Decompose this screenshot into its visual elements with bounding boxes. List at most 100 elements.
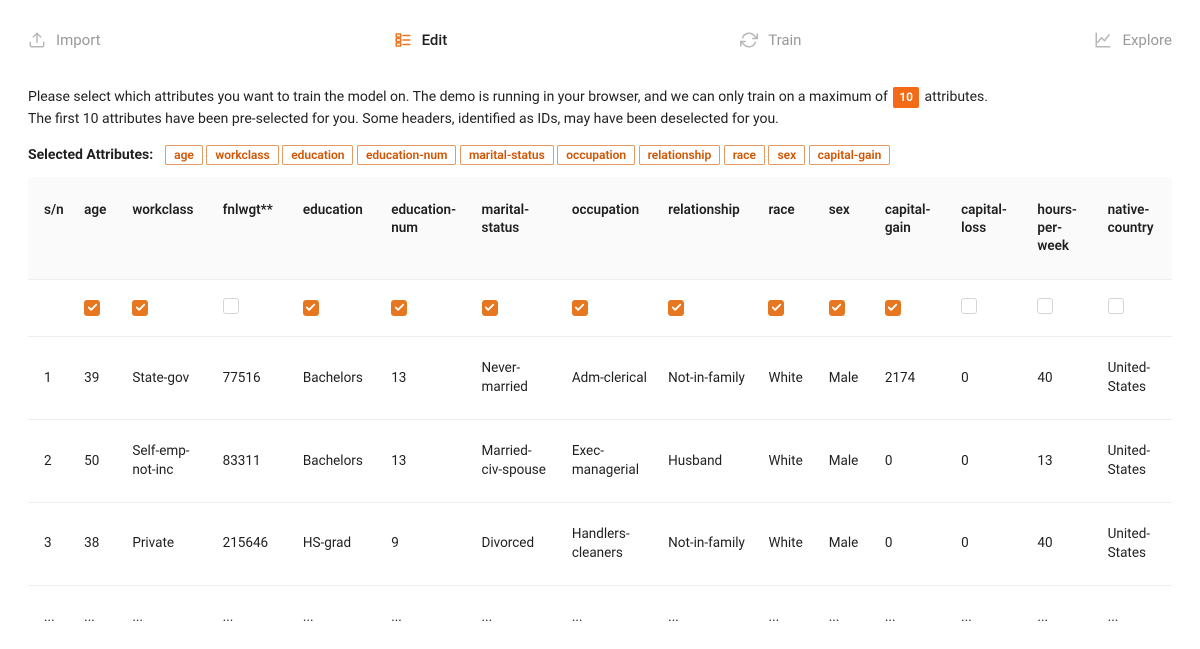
column-header: occupation — [562, 177, 658, 280]
column-select-checkbox[interactable] — [482, 300, 498, 316]
table-cell: ... — [28, 585, 74, 648]
table-cell: 0 — [951, 420, 1027, 503]
tab-edit[interactable]: Edit — [394, 31, 448, 49]
table-cell: ... — [213, 585, 293, 648]
table-cell: 13 — [381, 337, 471, 420]
table-cell: 215646 — [213, 503, 293, 586]
table-cell: 9 — [381, 503, 471, 586]
tab-train-label: Train — [768, 31, 801, 49]
column-select-checkbox[interactable] — [1037, 298, 1053, 314]
column-select-checkbox[interactable] — [391, 300, 407, 316]
table-cell: Male — [819, 337, 875, 420]
table-cell: United-States — [1098, 337, 1172, 420]
table-cell: 40 — [1027, 503, 1097, 586]
table-row: 338Private215646HS-grad9DivorcedHandlers… — [28, 503, 1172, 586]
table-cell: Married-civ-spouse — [472, 420, 562, 503]
table-cell: ... — [819, 585, 875, 648]
table-cell: White — [758, 337, 818, 420]
column-header: s/n — [28, 177, 74, 280]
tab-explore-label: Explore — [1122, 31, 1172, 49]
column-header: education — [293, 177, 381, 280]
tab-train[interactable]: Train — [740, 31, 801, 49]
table-cell: Self-emp-not-inc — [122, 420, 212, 503]
table-cell: ... — [122, 585, 212, 648]
table-cell: ... — [472, 585, 562, 648]
table-cell: 2174 — [875, 337, 951, 420]
attr-tag[interactable]: education — [282, 145, 353, 165]
attr-tag[interactable]: marital-status — [460, 145, 554, 165]
tab-import[interactable]: Import — [28, 31, 101, 49]
table-cell: 0 — [875, 420, 951, 503]
attr-tag[interactable]: workclass — [206, 145, 278, 165]
table-cell: ... — [1098, 585, 1172, 648]
column-header: fnlwgt** — [213, 177, 293, 280]
column-select-checkbox[interactable] — [303, 300, 319, 316]
column-select-checkbox[interactable] — [768, 300, 784, 316]
table-cell: Male — [819, 420, 875, 503]
column-header: sex — [819, 177, 875, 280]
tab-import-label: Import — [56, 31, 101, 49]
column-select-checkbox[interactable] — [1108, 298, 1124, 314]
table-cell: Bachelors — [293, 420, 381, 503]
attr-tag[interactable]: education-num — [357, 145, 456, 165]
table-cell: ... — [875, 585, 951, 648]
table-cell: Exec-managerial — [562, 420, 658, 503]
column-header: race — [758, 177, 818, 280]
column-select-checkbox[interactable] — [668, 300, 684, 316]
attr-tag[interactable]: race — [724, 145, 765, 165]
table-cell: Adm-clerical — [562, 337, 658, 420]
data-table: s/nageworkclassfnlwgt**educationeducatio… — [28, 177, 1172, 649]
column-select-checkbox[interactable] — [961, 298, 977, 314]
column-header: marital-status — [472, 177, 562, 280]
table-cell: 13 — [381, 420, 471, 503]
attr-tag[interactable]: sex — [768, 145, 805, 165]
column-select-checkbox[interactable] — [885, 300, 901, 316]
tab-explore[interactable]: Explore — [1094, 31, 1172, 49]
instruction-line1-pre: Please select which attributes you want … — [28, 89, 891, 105]
table-cell: Divorced — [472, 503, 562, 586]
table-row: 139State-gov77516Bachelors13Never-marrie… — [28, 337, 1172, 420]
table-cell: 0 — [875, 503, 951, 586]
max-attr-badge: 10 — [893, 87, 919, 108]
table-cell: ... — [74, 585, 122, 648]
table-cell: 50 — [74, 420, 122, 503]
upload-icon — [28, 31, 46, 49]
selected-attributes-label: Selected Attributes: — [28, 147, 153, 163]
table-cell: 0 — [951, 337, 1027, 420]
column-header: native-country — [1098, 177, 1172, 280]
attr-tag[interactable]: capital-gain — [809, 145, 891, 165]
step-tabs: Import Edit Train Explore — [28, 18, 1172, 62]
column-select-checkbox[interactable] — [829, 300, 845, 316]
table-cell: ... — [562, 585, 658, 648]
table-cell: White — [758, 420, 818, 503]
table-cell: ... — [758, 585, 818, 648]
table-cell: 1 — [28, 337, 74, 420]
attr-tag[interactable]: relationship — [639, 145, 721, 165]
table-cell: Handlers-cleaners — [562, 503, 658, 586]
attr-tag[interactable]: age — [165, 145, 203, 165]
column-select-checkbox[interactable] — [132, 300, 148, 316]
table-row: 250Self-emp-not-inc83311Bachelors13Marri… — [28, 420, 1172, 503]
column-select-checkbox[interactable] — [572, 300, 588, 316]
column-header: capital-gain — [875, 177, 951, 280]
column-header: capital-loss — [951, 177, 1027, 280]
table-cell: Private — [122, 503, 212, 586]
column-select-checkbox[interactable] — [84, 300, 100, 316]
table-cell: 0 — [951, 503, 1027, 586]
table-cell: Male — [819, 503, 875, 586]
instruction-text: Please select which attributes you want … — [28, 86, 1172, 131]
column-header: age — [74, 177, 122, 280]
table-cell: ... — [1027, 585, 1097, 648]
attr-tag[interactable]: occupation — [557, 145, 635, 165]
refresh-icon — [740, 31, 758, 49]
column-header: relationship — [658, 177, 758, 280]
instruction-line1-post: attributes. — [925, 89, 988, 105]
column-select-checkbox[interactable] — [223, 298, 239, 314]
table-cell: 40 — [1027, 337, 1097, 420]
table-cell: United-States — [1098, 503, 1172, 586]
table-cell: HS-grad — [293, 503, 381, 586]
table-cell: White — [758, 503, 818, 586]
table-cell: 2 — [28, 420, 74, 503]
table-cell: ... — [381, 585, 471, 648]
table-cell: ... — [951, 585, 1027, 648]
